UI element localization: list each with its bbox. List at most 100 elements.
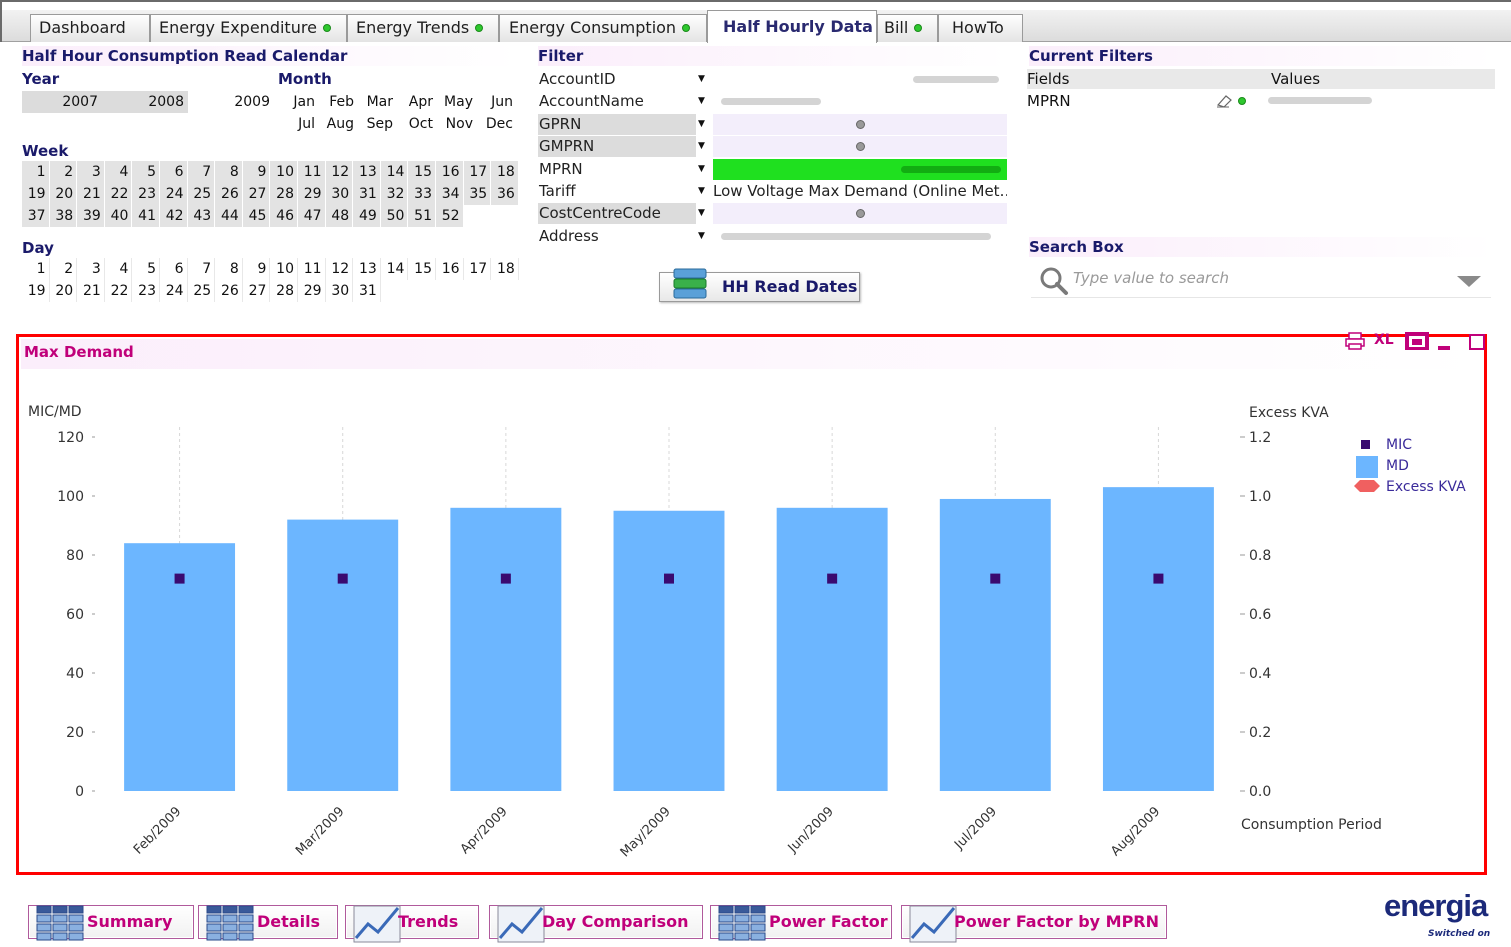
day-22[interactable]: 22 [104,280,133,302]
day-20[interactable]: 20 [49,280,78,302]
week-35[interactable]: 35 [463,183,492,205]
filter-label-costcentrecode[interactable]: CostCentreCode [538,203,696,225]
dropdown-arrow-icon[interactable]: ▼ [698,226,708,247]
day-3[interactable]: 3 [77,258,105,280]
day-23[interactable]: 23 [132,280,160,302]
week-47[interactable]: 47 [298,205,326,227]
filter-label-address[interactable]: Address [538,226,696,247]
week-19[interactable]: 19 [22,183,50,205]
month-may[interactable]: May [436,91,476,113]
week-2[interactable]: 2 [49,161,78,183]
dropdown-arrow-icon[interactable]: ▼ [698,136,708,157]
button-power-factor[interactable]: Power Factor [710,905,892,941]
filter-value-costcentrecode[interactable] [713,203,1007,225]
filter-value-accountid[interactable] [713,69,1007,90]
week-36[interactable]: 36 [491,183,519,205]
filter-value-mprn[interactable] [713,158,1007,180]
day-24[interactable]: 24 [160,280,188,302]
button-power-factor-by-mprn[interactable]: Power Factor by MPRN [901,905,1167,943]
day-4[interactable]: 4 [104,258,133,280]
week-46[interactable]: 46 [270,205,298,227]
filter-value-gmprn[interactable] [713,136,1007,158]
dropdown-arrow-icon[interactable]: ▼ [698,203,708,224]
week-21[interactable]: 21 [77,183,105,205]
week-30[interactable]: 30 [325,183,354,205]
day-14[interactable]: 14 [380,258,409,280]
day-27[interactable]: 27 [242,280,271,302]
dropdown-arrow-icon[interactable]: ▼ [698,181,708,202]
week-15[interactable]: 15 [408,161,436,183]
week-33[interactable]: 33 [408,183,436,205]
week-32[interactable]: 32 [380,183,409,205]
filter-value-tariff[interactable]: Low Voltage Max Demand (Online Met… [713,181,1007,202]
week-28[interactable]: 28 [270,183,298,205]
dropdown-arrow-icon[interactable]: ▼ [698,114,708,135]
week-7[interactable]: 7 [187,161,216,183]
week-22[interactable]: 22 [104,183,133,205]
day-26[interactable]: 26 [215,280,243,302]
day-15[interactable]: 15 [408,258,436,280]
week-5[interactable]: 5 [132,161,160,183]
week-50[interactable]: 50 [380,205,409,227]
day-21[interactable]: 21 [77,280,105,302]
week-14[interactable]: 14 [380,161,409,183]
filter-label-gmprn[interactable]: GMPRN [538,136,696,158]
day-11[interactable]: 11 [298,258,326,280]
day-28[interactable]: 28 [270,280,298,302]
week-4[interactable]: 4 [104,161,133,183]
week-41[interactable]: 41 [132,205,160,227]
filter-label-accountname[interactable]: AccountName [538,91,696,112]
filter-label-gprn[interactable]: GPRN [538,113,696,135]
mic-marker[interactable] [1153,573,1164,584]
week-29[interactable]: 29 [298,183,326,205]
week-40[interactable]: 40 [104,205,133,227]
md-bar[interactable] [613,510,725,791]
day-12[interactable]: 12 [325,258,354,280]
day-6[interactable]: 6 [160,258,188,280]
week-49[interactable]: 49 [353,205,381,227]
week-1[interactable]: 1 [22,161,50,183]
week-52[interactable]: 52 [436,205,464,227]
month-jun[interactable]: Jun [476,91,516,113]
md-bar[interactable] [287,519,399,791]
day-13[interactable]: 13 [353,258,381,280]
filter-value-gprn[interactable] [713,113,1007,135]
button-day-comparison[interactable]: Day Comparison [489,905,703,943]
month-mar[interactable]: Mar [357,91,396,113]
week-11[interactable]: 11 [298,161,326,183]
filter-value-address[interactable] [713,226,1007,247]
mic-marker[interactable] [500,573,511,584]
day-31[interactable]: 31 [353,280,381,302]
month-jan[interactable]: Jan [278,91,318,113]
week-20[interactable]: 20 [49,183,78,205]
week-6[interactable]: 6 [160,161,188,183]
day-10[interactable]: 10 [270,258,298,280]
button-summary[interactable]: Summary [28,905,194,941]
dropdown-arrow-icon[interactable]: ▼ [698,69,708,90]
md-bar[interactable] [1102,487,1214,791]
md-bar[interactable] [939,498,1051,791]
week-17[interactable]: 17 [463,161,492,183]
month-aug[interactable]: Aug [318,113,357,135]
week-27[interactable]: 27 [242,183,271,205]
month-jul[interactable]: Jul [278,113,318,135]
month-nov[interactable]: Nov [436,113,476,135]
week-34[interactable]: 34 [436,183,464,205]
week-31[interactable]: 31 [353,183,381,205]
dropdown-arrow-icon[interactable]: ▼ [698,159,708,180]
day-29[interactable]: 29 [298,280,326,302]
month-feb[interactable]: Feb [318,91,357,113]
week-44[interactable]: 44 [215,205,243,227]
week-24[interactable]: 24 [160,183,188,205]
day-2[interactable]: 2 [49,258,78,280]
day-30[interactable]: 30 [325,280,354,302]
day-19[interactable]: 19 [22,280,50,302]
week-42[interactable]: 42 [160,205,188,227]
day-8[interactable]: 8 [215,258,243,280]
button-trends[interactable]: Trends [345,905,479,943]
mic-marker[interactable] [664,573,674,584]
month-oct[interactable]: Oct [396,113,436,135]
day-18[interactable]: 18 [491,258,519,280]
week-9[interactable]: 9 [242,161,271,183]
button-details[interactable]: Details [198,905,338,941]
